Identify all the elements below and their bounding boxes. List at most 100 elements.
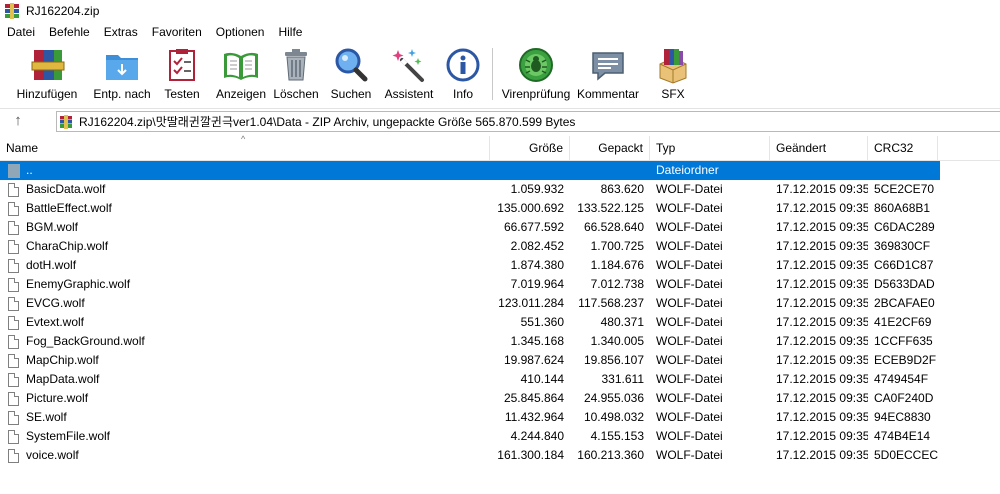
file-modified: 17.12.2015 09:35 — [776, 201, 868, 215]
file-size: 25.845.864 — [503, 391, 564, 405]
parent-folder-name: .. — [26, 163, 33, 177]
file-crc: 5CE2CE70 — [874, 182, 935, 196]
up-level-button[interactable]: ↑ — [0, 109, 36, 133]
file-type: WOLF-Datei — [656, 239, 723, 253]
add-button[interactable]: Hinzufügen — [0, 42, 94, 104]
winrar-app-icon — [4, 3, 20, 19]
file-row[interactable]: dotH.wolf 1.874.380 1.184.676 WOLF-Datei 17.… — [0, 256, 1000, 275]
file-row[interactable]: EnemyGraphic.wolf 7.019.964 7.012.738 WOLF-… — [0, 275, 1000, 294]
file-name: BasicData.wolf — [26, 182, 106, 196]
menu-bar: Datei Befehle Extras Favoriten Optionen … — [0, 22, 1000, 42]
file-modified: 17.12.2015 09:35 — [776, 372, 868, 386]
delete-button[interactable]: Löschen — [268, 42, 324, 104]
search-button[interactable]: Suchen — [324, 42, 378, 104]
file-modified: 17.12.2015 09:35 — [776, 410, 868, 424]
file-row[interactable]: SE.wolf 11.432.964 10.498.032 WOLF-Datei 17.… — [0, 408, 1000, 427]
view-button-label: Anzeigen — [215, 87, 267, 101]
file-row[interactable]: BasicData.wolf 1.059.932 863.620 WOLF-Datei… — [0, 180, 1000, 199]
file-list: .. Dateiordner BasicData.wolf 1.059.932 86… — [0, 161, 1000, 465]
file-packed-size: 10.498.032 — [583, 410, 644, 424]
menu-datei[interactable]: Datei — [0, 22, 42, 42]
title-bar: RJ162204.zip — [0, 0, 1000, 22]
column-header-name[interactable]: Name — [0, 136, 490, 161]
file-row[interactable]: BGM.wolf 66.677.592 66.528.640 WOLF-Datei 17… — [0, 218, 1000, 237]
file-size: 161.300.184 — [497, 448, 564, 462]
parent-folder-row[interactable]: .. Dateiordner — [0, 161, 940, 180]
sfx-button[interactable]: SFX — [643, 42, 703, 104]
sfx-box-icon — [654, 46, 692, 84]
delete-button-label: Löschen — [273, 87, 319, 101]
file-packed-size: 7.012.738 — [590, 277, 644, 291]
file-name: BGM.wolf — [26, 220, 79, 234]
file-size: 1.059.932 — [510, 182, 564, 196]
virus-scan-button[interactable]: Virenprüfung — [499, 42, 573, 104]
file-crc: 1CCFF635 — [874, 334, 933, 348]
file-crc: 4749454F — [874, 372, 929, 386]
menu-befehle[interactable]: Befehle — [42, 22, 97, 42]
winrar-window: RJ162204.zip Datei Befehle Extras Favori… — [0, 0, 1000, 494]
file-crc: 94EC8830 — [874, 410, 931, 424]
file-row[interactable]: MapData.wolf 410.144 331.611 WOLF-Datei 17.1… — [0, 370, 1000, 389]
file-row[interactable]: Evtext.wolf 551.360 480.371 WOLF-Datei 17.12… — [0, 313, 1000, 332]
column-header-modified[interactable]: Geändert — [770, 136, 868, 161]
file-modified: 17.12.2015 09:35 — [776, 315, 868, 329]
file-packed-size: 480.371 — [600, 315, 644, 329]
file-row[interactable]: MapChip.wolf 19.987.624 19.856.107 WOLF-Dat… — [0, 351, 1000, 370]
file-modified: 17.12.2015 09:35 — [776, 353, 868, 367]
menu-extras[interactable]: Extras — [97, 22, 145, 42]
column-headers: Name Größe Gepackt Typ Geändert CRC32 — [0, 136, 1000, 161]
info-button[interactable]: Info — [440, 42, 486, 104]
file-icon — [8, 410, 19, 425]
file-crc: 41E2CF69 — [874, 315, 932, 329]
file-name: MapChip.wolf — [26, 353, 99, 367]
test-button-label: Testen — [164, 87, 200, 101]
wizard-button[interactable]: Assistent — [378, 42, 440, 104]
test-button[interactable]: Testen — [150, 42, 214, 104]
view-button[interactable]: Anzeigen — [214, 42, 268, 104]
file-size: 1.345.168 — [510, 334, 564, 348]
file-crc: D5633DAD — [874, 277, 935, 291]
file-row[interactable]: BattleEffect.wolf 135.000.692 133.522.125 W… — [0, 199, 1000, 218]
file-modified: 17.12.2015 09:35 — [776, 220, 868, 234]
file-icon — [8, 239, 19, 254]
file-crc: CA0F240D — [874, 391, 934, 405]
file-row[interactable]: Fog_BackGround.wolf 1.345.168 1.340.005 WOL… — [0, 332, 1000, 351]
file-icon — [8, 277, 19, 292]
file-size: 2.082.452 — [510, 239, 564, 253]
view-book-icon — [222, 46, 260, 84]
file-icon — [8, 220, 19, 235]
menu-hilfe[interactable]: Hilfe — [271, 22, 309, 42]
file-row[interactable]: Picture.wolf 25.845.864 24.955.036 WOLF-Dat… — [0, 389, 1000, 408]
file-name: BattleEffect.wolf — [26, 201, 112, 215]
column-header-type[interactable]: Typ — [650, 136, 770, 161]
file-name: EnemyGraphic.wolf — [26, 277, 131, 291]
file-icon — [8, 391, 19, 406]
file-row[interactable]: EVCG.wolf 123.011.284 117.568.237 WOLF-Date… — [0, 294, 1000, 313]
file-icon — [8, 258, 19, 273]
file-size: 66.677.592 — [503, 220, 564, 234]
file-modified: 17.12.2015 09:35 — [776, 296, 868, 310]
info-icon — [444, 46, 482, 84]
column-header-packed[interactable]: Gepackt — [570, 136, 650, 161]
file-icon — [8, 315, 19, 330]
menu-optionen[interactable]: Optionen — [209, 22, 272, 42]
file-type: WOLF-Datei — [656, 315, 723, 329]
menu-favoriten[interactable]: Favoriten — [145, 22, 209, 42]
file-modified: 17.12.2015 09:35 — [776, 182, 868, 196]
column-header-size[interactable]: Größe — [490, 136, 570, 161]
file-row[interactable]: CharaChip.wolf 2.082.452 1.700.725 WOLF-Dat… — [0, 237, 1000, 256]
file-type: WOLF-Datei — [656, 372, 723, 386]
column-header-crc[interactable]: CRC32 — [868, 136, 938, 161]
wizard-button-label: Assistent — [384, 87, 434, 101]
search-icon — [332, 46, 370, 84]
comment-button[interactable]: Kommentar — [573, 42, 643, 104]
address-field[interactable]: RJ162204.zip\맛딸래귄깔귄극ver1.04\Data - ZIP A… — [56, 111, 1000, 132]
address-path: RJ162204.zip\맛딸래귄깔귄극ver1.04\Data - ZIP A… — [79, 115, 576, 129]
file-packed-size: 331.611 — [601, 372, 645, 386]
file-crc: C66D1C87 — [874, 258, 934, 272]
file-row[interactable]: SystemFile.wolf 4.244.840 4.155.153 WOLF-Da… — [0, 427, 1000, 446]
file-row[interactable]: voice.wolf 161.300.184 160.213.360 WOLF-Dat… — [0, 446, 1000, 465]
arrow-up-icon: ↑ — [14, 112, 22, 129]
file-packed-size: 24.955.036 — [583, 391, 644, 405]
extract-to-button[interactable]: Entp. nach — [93, 42, 151, 104]
